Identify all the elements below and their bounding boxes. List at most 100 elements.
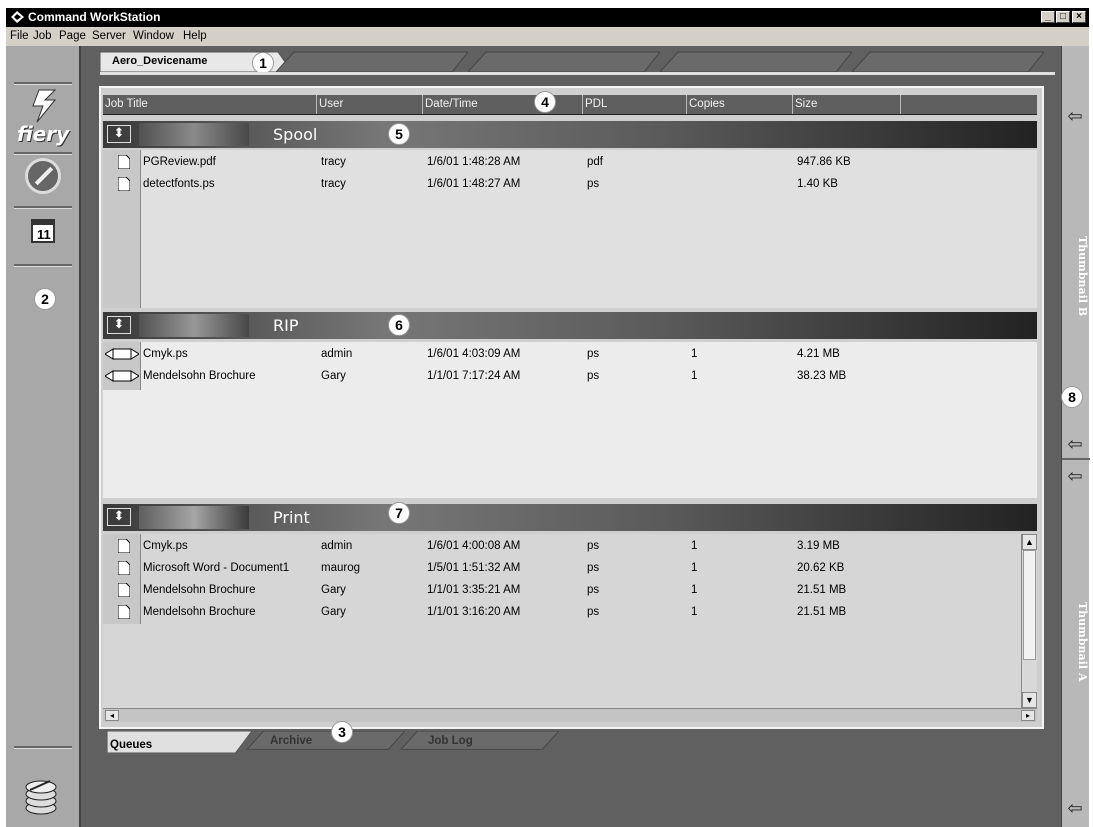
job-title: Mendelsohn Brochure	[143, 584, 256, 596]
table-row[interactable]: Mendelsohn Brochure Gary 1/1/01 3:16:20 …	[103, 602, 1037, 624]
vertical-scrollbar[interactable]: ▲ ▼	[1021, 534, 1037, 708]
spool-queue-title: Spool	[273, 125, 318, 144]
table-row[interactable]: Microsoft Word - Document1 maurog 1/5/01…	[103, 558, 1037, 580]
col-datetime[interactable]: Date/Time	[423, 95, 583, 114]
empty-tab-1[interactable]	[276, 50, 468, 72]
menu-page[interactable]: Page	[59, 30, 86, 42]
processing-icon	[105, 348, 139, 360]
spool-collapse-toggle[interactable]: ⬍	[107, 125, 131, 143]
scroll-down-button[interactable]: ▼	[1022, 692, 1037, 708]
menu-server[interactable]: Server	[92, 30, 126, 42]
menu-window[interactable]: Window	[133, 30, 174, 42]
menu-job[interactable]: Job	[33, 30, 52, 42]
job-pdl: ps	[587, 562, 600, 574]
empty-tab-2[interactable]	[468, 50, 660, 72]
job-copies: 1	[691, 348, 698, 360]
expand-arrow-icon[interactable]: ⇦	[1065, 466, 1085, 486]
job-datetime: 1/1/01 3:35:21 AM	[427, 584, 521, 596]
fiery-logo: fiery	[15, 88, 73, 150]
col-user[interactable]: User	[317, 95, 423, 114]
close-button[interactable]: ×	[1072, 11, 1086, 23]
job-user: admin	[321, 540, 353, 552]
tab-underline	[100, 72, 1055, 75]
job-title: PGReview.pdf	[143, 156, 216, 168]
callout-6: 6	[388, 314, 410, 336]
table-row[interactable]: Mendelsohn Brochure Gary 1/1/01 3:35:21 …	[103, 580, 1037, 602]
job-pdl: ps	[587, 584, 600, 596]
empty-tab-3[interactable]	[660, 50, 852, 72]
callout-1: 1	[252, 52, 274, 74]
menu-file[interactable]: File	[10, 30, 29, 42]
col-job-title[interactable]: Job Title	[103, 95, 317, 114]
job-datetime: 1/5/01 1:51:32 AM	[427, 562, 521, 574]
app-icon	[11, 11, 24, 23]
rip-collapse-toggle[interactable]: ⬍	[107, 316, 131, 334]
job-copies: 1	[691, 584, 698, 596]
tab-queues[interactable]: Queues	[110, 739, 152, 751]
job-size: 20.62 KB	[797, 562, 845, 574]
tab-archive[interactable]: Archive	[270, 735, 312, 747]
document-icon	[118, 583, 130, 597]
thumbnail-b-label[interactable]: Thumbnail B	[1076, 236, 1089, 316]
archive-tab-shape	[246, 731, 406, 750]
maximize-button[interactable]: □	[1056, 11, 1070, 23]
job-pdl: ps	[587, 606, 600, 618]
spool-banner-image	[139, 123, 249, 146]
callout-5: 5	[388, 123, 410, 145]
rip-job-list: Cmyk.ps admin 1/6/01 4:03:09 AM ps 1 4.2…	[103, 342, 1037, 498]
expand-arrow-icon[interactable]: ⇦	[1065, 434, 1085, 454]
table-row[interactable]: Cmyk.ps admin 1/6/01 4:03:09 AM ps 1 4.2…	[103, 344, 1037, 366]
processing-icon	[105, 370, 139, 382]
bottom-tab-strip: Queues Archive Job Log 3	[100, 721, 600, 755]
job-datetime: 1/6/01 1:48:27 AM	[427, 178, 521, 190]
expand-arrow-icon[interactable]: ⇦	[1065, 798, 1085, 818]
thumbnail-a-label[interactable]: Thumbnail A	[1076, 602, 1089, 681]
table-row[interactable]: Cmyk.ps admin 1/6/01 4:00:08 AM ps 1 3.1…	[103, 536, 1037, 558]
job-properties-icon[interactable]: 11	[31, 219, 55, 243]
server-dial-icon[interactable]	[25, 158, 61, 194]
scroll-up-button[interactable]: ▲	[1022, 534, 1037, 550]
job-copies: 1	[691, 540, 698, 552]
expand-arrow-icon[interactable]: ⇦	[1065, 106, 1085, 126]
divider	[14, 746, 72, 749]
job-title: Mendelsohn Brochure	[143, 606, 256, 618]
minimize-button[interactable]: _	[1041, 11, 1055, 23]
empty-tab-4[interactable]	[852, 50, 1044, 72]
horizontal-scrollbar[interactable]: ◂ ▸	[103, 708, 1037, 722]
menu-bar: File Job Page Server Window Help	[6, 27, 1089, 46]
scroll-left-button[interactable]: ◂	[105, 710, 119, 721]
disk-stack-icon[interactable]	[24, 778, 58, 816]
fiery-logo-text: fiery	[17, 122, 70, 146]
print-banner-image	[139, 506, 249, 529]
job-pdl: ps	[587, 540, 600, 552]
column-header-row: Job Title User Date/Time PDL Copies Size…	[103, 91, 1037, 115]
job-user: Gary	[321, 584, 346, 596]
menu-help[interactable]: Help	[183, 30, 207, 42]
scroll-thumb[interactable]	[1023, 550, 1036, 660]
table-row[interactable]: PGReview.pdf tracy 1/6/01 1:48:28 AM pdf…	[103, 152, 1037, 174]
job-size: 1.40 KB	[797, 178, 838, 190]
tab-job-log[interactable]: Job Log	[428, 735, 473, 747]
document-icon	[118, 155, 130, 169]
job-size: 38.23 MB	[797, 370, 847, 382]
job-size: 4.21 MB	[797, 348, 840, 360]
job-copies: 1	[691, 562, 698, 574]
divider	[1062, 458, 1090, 460]
job-datetime: 1/1/01 7:17:24 AM	[427, 370, 521, 382]
col-pdl[interactable]: PDL	[583, 95, 687, 114]
callout-2: 2	[34, 288, 56, 310]
callout-8: 8	[1061, 386, 1083, 408]
job-copies: 1	[691, 606, 698, 618]
job-title: detectfonts.ps	[143, 178, 215, 190]
server-tab-label: Aero_Devicename	[112, 55, 208, 67]
job-title: Cmyk.ps	[143, 348, 188, 360]
col-size[interactable]: Size	[793, 95, 901, 114]
table-row[interactable]: detectfonts.ps tracy 1/6/01 1:48:27 AM p…	[103, 174, 1037, 196]
col-copies[interactable]: Copies	[687, 95, 793, 114]
print-collapse-toggle[interactable]: ⬍	[107, 508, 131, 526]
scroll-right-button[interactable]: ▸	[1021, 710, 1035, 721]
job-title: Microsoft Word - Document1	[143, 562, 290, 574]
divider	[14, 264, 72, 267]
joblog-tab-shape	[400, 731, 560, 750]
table-row[interactable]: Mendelsohn Brochure Gary 1/1/01 7:17:24 …	[103, 366, 1037, 388]
